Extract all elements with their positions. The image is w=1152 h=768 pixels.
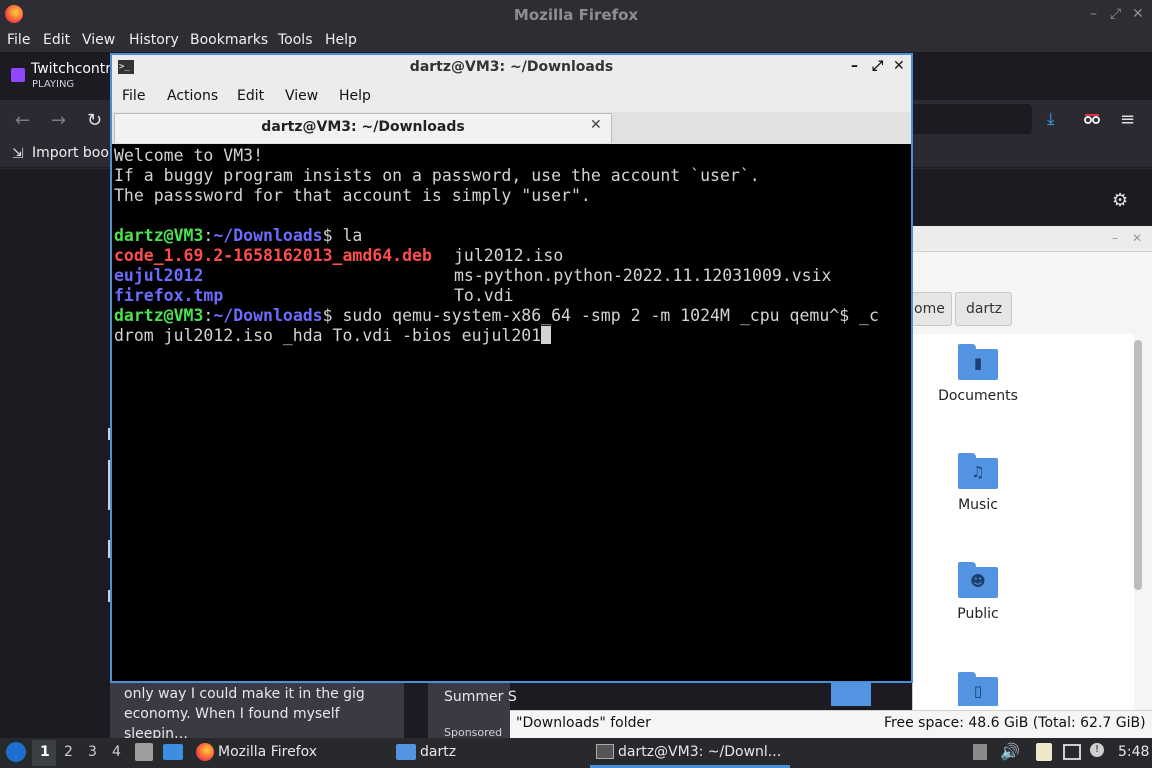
- command-continuation: drom jul2012.iso _hda To.vdi -bios eujul…: [114, 326, 552, 346]
- terminal-line: Welcome to VM3!: [114, 146, 264, 165]
- document-icon: ▮: [973, 354, 983, 372]
- prompt-user: dartz@VM3: [114, 306, 204, 325]
- scrollbar[interactable]: [1134, 340, 1142, 590]
- folder-label: Public: [957, 606, 999, 622]
- extension-mask-icon[interactable]: [1083, 111, 1101, 124]
- task-terminal[interactable]: dartz@VM3: ~/Downl...: [618, 744, 781, 760]
- workspace-1[interactable]: 1: [40, 744, 50, 760]
- prompt-separator: :: [203, 306, 214, 325]
- close-icon[interactable]: ✕: [1132, 6, 1144, 22]
- prompt-dollar: $: [322, 226, 333, 245]
- tab-title: Twitchcontro: [31, 61, 120, 77]
- person-icon: ☻: [970, 572, 986, 590]
- music-note-icon: ♫: [971, 463, 985, 481]
- prompt-path: ~/Downloads: [213, 226, 323, 245]
- folder-label: Documents: [938, 388, 1018, 404]
- terminal-prompt-line: dartz@VM3:~/Downloads$ sudo qemu-system-…: [114, 306, 879, 326]
- command-text: sudo qemu-system-x86_64 -smp 2 -m 1024M …: [332, 306, 879, 325]
- terminal-menu-view[interactable]: View: [285, 88, 318, 104]
- folder-documents[interactable]: ▮: [958, 344, 998, 380]
- command-text: drom jul2012.iso _hda To.vdi -bios eujul…: [114, 326, 542, 345]
- menu-tools[interactable]: Tools: [278, 32, 313, 48]
- ls-entry: firefox.tmp: [114, 286, 224, 305]
- task-file-manager[interactable]: dartz: [420, 744, 456, 760]
- terminal-task-icon: [596, 744, 614, 759]
- prompt-separator: :: [203, 226, 214, 245]
- firefox-window-title: Mozilla Firefox: [513, 6, 639, 24]
- terminal-minimize-icon[interactable]: –: [851, 58, 858, 74]
- folder-label: Music: [958, 497, 998, 513]
- terminal-line: If a buggy program insists on a password…: [114, 166, 760, 185]
- menu-file[interactable]: File: [7, 32, 30, 48]
- terminal-menubar: [112, 82, 911, 112]
- terminal-close-icon[interactable]: ✕: [893, 58, 905, 74]
- forward-arrow-icon[interactable]: →: [51, 110, 66, 131]
- notes-icon[interactable]: [1036, 743, 1052, 761]
- terminal-menu-actions[interactable]: Actions: [167, 88, 218, 104]
- ls-entry: To.vdi: [454, 286, 514, 305]
- text-cursor: [541, 326, 552, 344]
- status-free-space: Free space: 48.6 GiB (Total: 62.7 GiB): [884, 715, 1146, 731]
- ls-entry: ms-python.python-2022.11.12031009.vsix: [454, 266, 832, 285]
- folder-partial[interactable]: [831, 682, 871, 706]
- download-icon[interactable]: ⤓: [1047, 109, 1055, 129]
- twitch-icon: [11, 68, 25, 82]
- terminal-tab-title: dartz@VM3: ~/Downloads: [261, 119, 465, 135]
- volume-icon[interactable]: 🔊: [1000, 742, 1020, 761]
- fm-minimize-icon[interactable]: –: [1112, 231, 1118, 245]
- terminal-line: The passsword for that account is simply…: [114, 186, 591, 205]
- file-manager-launcher-icon[interactable]: [135, 743, 153, 761]
- workspace-4[interactable]: 4: [112, 744, 121, 760]
- start-menu-icon[interactable]: [6, 742, 26, 762]
- import-icon: ⇲: [12, 146, 24, 162]
- terminal-window-title: dartz@VM3: ~/Downloads: [409, 59, 614, 75]
- fm-close-icon[interactable]: ✕: [1132, 231, 1142, 245]
- prompt-path: ~/Downloads: [213, 306, 323, 325]
- prompt-user: dartz@VM3: [114, 226, 204, 245]
- minimize-icon[interactable]: –: [1090, 6, 1097, 22]
- workspace-2[interactable]: 2: [64, 744, 73, 760]
- ls-entry: eujul2012: [114, 266, 204, 285]
- menu-history[interactable]: History: [129, 32, 179, 48]
- menu-view[interactable]: View: [82, 32, 115, 48]
- hamburger-menu-icon[interactable]: ≡: [1120, 109, 1135, 130]
- status-folder-name: "Downloads" folder: [516, 715, 651, 731]
- clipboard-icon[interactable]: [973, 744, 987, 760]
- gear-icon[interactable]: ⚙: [1112, 190, 1128, 211]
- prompt-dollar: $: [322, 306, 333, 325]
- menu-bookmarks[interactable]: Bookmarks: [190, 32, 268, 48]
- import-bookmarks-link[interactable]: Import book: [32, 145, 117, 161]
- file-icon: ▯: [973, 682, 983, 700]
- article-snippet: only way I could make it in the gig econ…: [124, 686, 365, 742]
- menu-help[interactable]: Help: [325, 32, 357, 48]
- url-bar[interactable]: [900, 104, 1032, 134]
- tab-playing-status: PLAYING: [32, 79, 75, 90]
- menu-edit[interactable]: Edit: [43, 32, 70, 48]
- back-arrow-icon[interactable]: ←: [15, 110, 30, 131]
- folder-templates[interactable]: ▯: [958, 672, 998, 706]
- notification-icon[interactable]: !: [1090, 743, 1104, 757]
- folder-public[interactable]: ☻: [958, 562, 998, 598]
- terminal-menu-file[interactable]: File: [122, 88, 145, 104]
- breadcrumb-dartz[interactable]: dartz: [955, 292, 1012, 326]
- maximize-icon[interactable]: ⤢: [1110, 6, 1121, 22]
- clock: 5:48: [1118, 744, 1150, 760]
- terminal-prompt-line: dartz@VM3:~/Downloads$ la: [114, 226, 362, 246]
- folder-music[interactable]: ♫: [958, 453, 998, 489]
- terminal-maximize-icon[interactable]: ⤢: [872, 58, 883, 74]
- firefox-task-icon: [196, 743, 214, 761]
- desktop-launcher-icon[interactable]: [163, 744, 183, 760]
- ls-entry: code_1.69.2-1658162013_amd64.deb: [114, 246, 432, 265]
- terminal-menu-help[interactable]: Help: [339, 88, 371, 104]
- network-icon[interactable]: [1063, 744, 1081, 760]
- workspace-3[interactable]: 3: [88, 744, 97, 760]
- task-firefox[interactable]: Mozilla Firefox: [218, 744, 317, 760]
- ls-entry: jul2012.iso: [454, 246, 564, 265]
- reload-icon[interactable]: ↻: [87, 110, 102, 131]
- folder-task-icon: [396, 744, 416, 760]
- tab-close-icon[interactable]: ✕: [590, 117, 602, 133]
- command-text: la: [332, 226, 363, 245]
- terminal-menu-edit[interactable]: Edit: [237, 88, 264, 104]
- sponsored-title: Summer S: [444, 689, 517, 705]
